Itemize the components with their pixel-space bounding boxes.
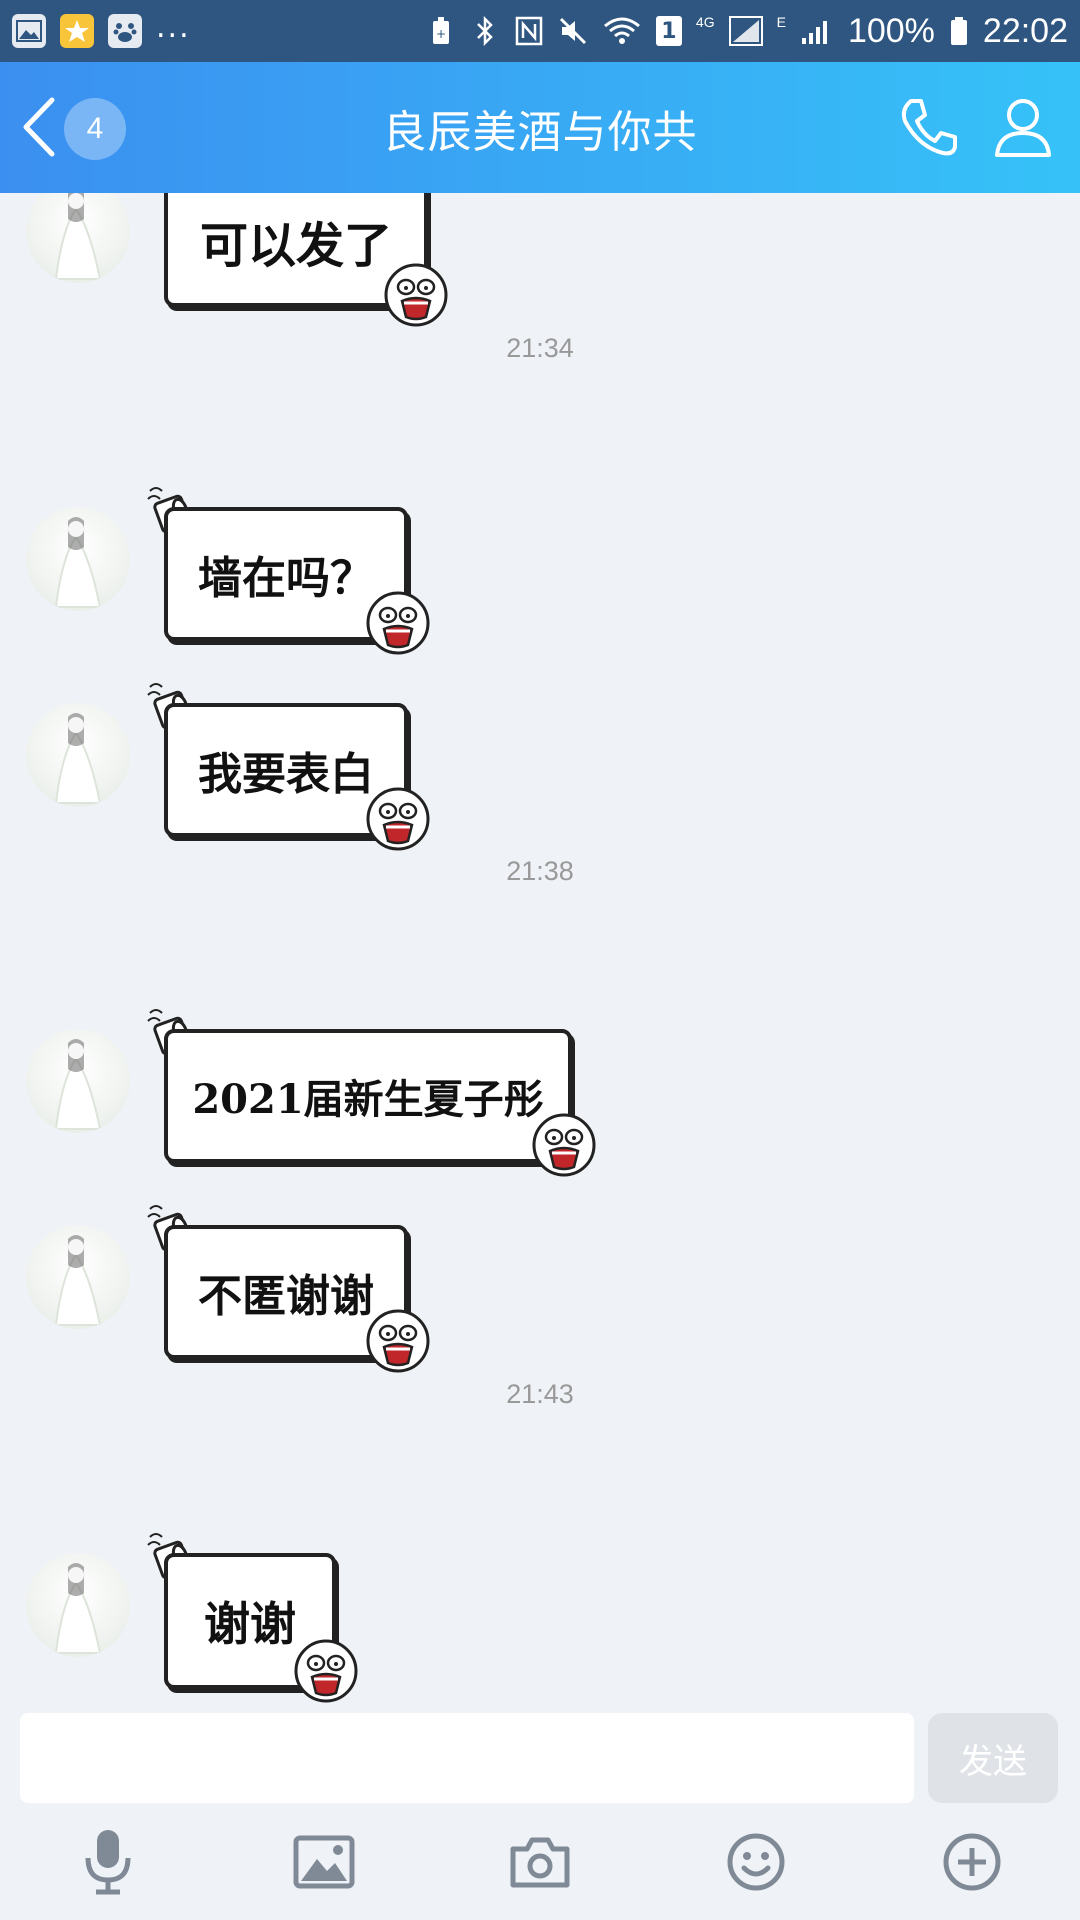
send-button[interactable]: 发送 bbox=[928, 1713, 1058, 1803]
clock: 22:02 bbox=[982, 11, 1068, 50]
svg-text:+: + bbox=[436, 27, 446, 41]
bluetooth-icon bbox=[470, 16, 500, 46]
network-type-e: E bbox=[776, 14, 786, 30]
timestamp: 21:43 bbox=[506, 1379, 574, 1409]
sender-avatar[interactable] bbox=[26, 507, 130, 611]
timestamp: 21:38 bbox=[506, 856, 574, 886]
emoji-button[interactable] bbox=[720, 1828, 792, 1900]
rage-face-icon bbox=[384, 263, 448, 327]
plus-circle-icon bbox=[942, 1832, 1002, 1896]
sticker-message[interactable]: 我要表白 bbox=[146, 681, 432, 853]
phone-icon bbox=[897, 95, 961, 163]
gallery-icon bbox=[12, 14, 46, 48]
message-input[interactable] bbox=[20, 1713, 914, 1803]
composer-toolbar bbox=[0, 1808, 1080, 1920]
battery-percent: 100% bbox=[847, 11, 935, 50]
wifi-icon bbox=[602, 16, 642, 46]
sender-avatar[interactable] bbox=[26, 703, 130, 807]
sender-avatar[interactable] bbox=[26, 1225, 130, 1329]
sticker-message[interactable]: 墙在吗？ bbox=[146, 485, 432, 657]
sticker-message[interactable]: 可以发了 bbox=[146, 193, 452, 327]
baidu-icon bbox=[108, 14, 142, 48]
rage-face-icon bbox=[366, 787, 430, 851]
rage-face-icon bbox=[532, 1113, 596, 1177]
rage-face-icon bbox=[294, 1639, 358, 1703]
notification-overflow: ... bbox=[156, 9, 191, 45]
signal-icon bbox=[728, 16, 763, 46]
person-icon bbox=[991, 95, 1055, 163]
nfc-icon bbox=[514, 16, 544, 46]
more-button[interactable] bbox=[936, 1828, 1008, 1900]
image-icon bbox=[293, 1835, 355, 1893]
microphone-icon bbox=[80, 1828, 136, 1900]
sticker-card: 2021届新生夏子彤 bbox=[164, 1029, 572, 1163]
voice-button[interactable] bbox=[72, 1828, 144, 1900]
rage-face-icon bbox=[366, 1309, 430, 1373]
camera-icon bbox=[509, 1835, 571, 1893]
chat-header: 4 良辰美酒与你共 bbox=[0, 62, 1080, 193]
call-button[interactable] bbox=[896, 96, 962, 162]
battery-saver-icon: + bbox=[426, 16, 456, 46]
sticker-message[interactable]: 不匿谢谢 bbox=[146, 1203, 432, 1375]
rage-face-icon bbox=[366, 591, 430, 655]
camera-button[interactable] bbox=[504, 1828, 576, 1900]
status-bar: ... + 1 4G E 100% 22:02 bbox=[0, 0, 1080, 62]
sticker-message[interactable]: 谢谢 bbox=[146, 1531, 360, 1705]
battery-icon bbox=[949, 16, 969, 46]
sticker-message[interactable]: 2021届新生夏子彤 bbox=[146, 1007, 598, 1179]
sender-avatar[interactable] bbox=[26, 1553, 130, 1657]
sender-avatar[interactable] bbox=[26, 193, 130, 283]
signal-icon-2 bbox=[800, 16, 834, 46]
profile-button[interactable] bbox=[990, 96, 1056, 162]
sender-avatar[interactable] bbox=[26, 1029, 130, 1133]
smiley-icon bbox=[726, 1832, 786, 1896]
message-list[interactable]: 可以发了 21:34 墙在吗？ 我要表白 21:38 2021届新生夏子彤 不匿… bbox=[0, 193, 1080, 1708]
composer: 发送 bbox=[0, 1708, 1080, 1808]
sticker-text: 2021届新生夏子彤 bbox=[192, 1076, 544, 1123]
network-type-4g: 4G bbox=[695, 14, 715, 30]
sim-badge: 1 bbox=[655, 16, 682, 46]
mute-icon bbox=[558, 16, 588, 46]
photo-button[interactable] bbox=[288, 1828, 360, 1900]
timestamp: 21:34 bbox=[506, 333, 574, 363]
qzone-icon bbox=[60, 14, 94, 48]
